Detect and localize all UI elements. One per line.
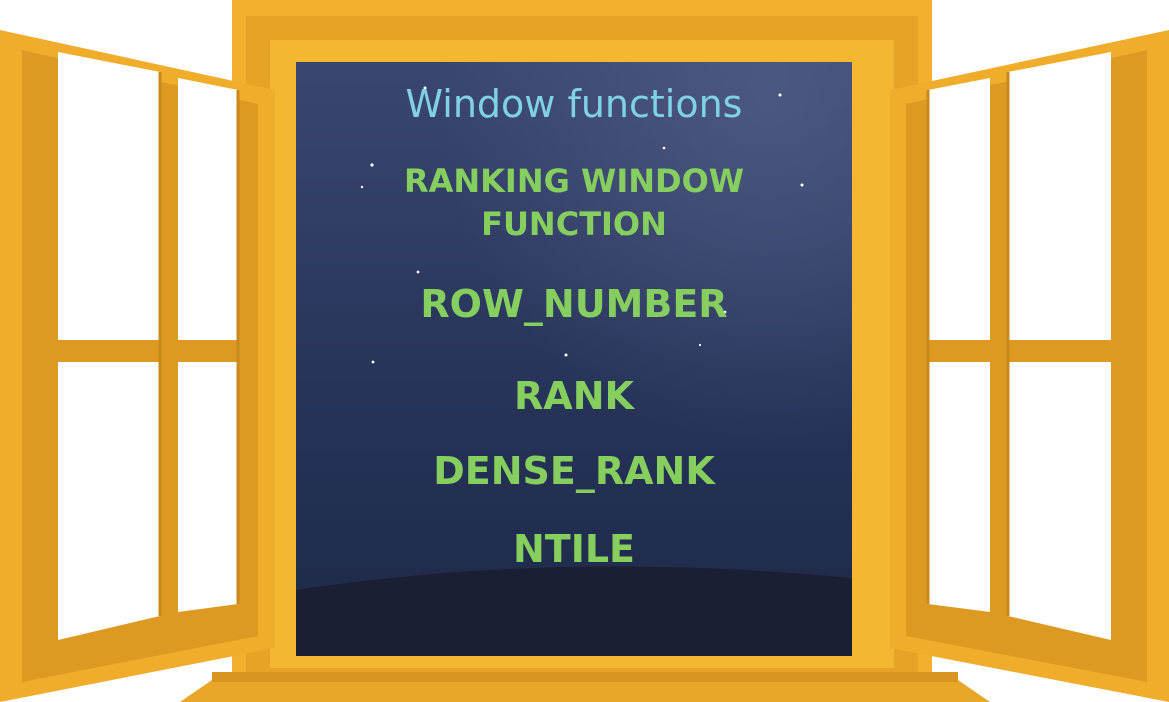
window-sill <box>180 680 990 702</box>
window-illustration: Window functions RANKING WINDOW FUNCTION… <box>0 0 1169 702</box>
function-ntile: NTILE <box>512 527 636 571</box>
left-pane-bottom-left <box>58 362 160 640</box>
right-pane-top-right <box>1008 52 1111 340</box>
left-sash <box>0 30 275 702</box>
right-pane-bottom-right <box>1008 362 1111 640</box>
right-pane-top-left <box>928 78 990 340</box>
function-rank: RANK <box>514 374 634 418</box>
right-sash <box>890 30 1169 702</box>
subtitle-line-1: RANKING WINDOW <box>403 162 745 200</box>
left-pane-bottom-right <box>178 362 238 612</box>
function-row-number: ROW_NUMBER <box>420 282 728 326</box>
function-list: Window functions RANKING WINDOW FUNCTION… <box>296 62 852 656</box>
subtitle-line-2: FUNCTION <box>481 205 667 243</box>
section-subtitle: RANKING WINDOW FUNCTION <box>296 160 852 246</box>
left-pane-top-right <box>178 78 238 340</box>
right-pane-bottom-left <box>928 362 990 612</box>
page-title: Window functions <box>405 82 743 126</box>
left-pane-top-left <box>58 52 160 340</box>
function-dense-rank: DENSE_RANK <box>433 449 715 493</box>
